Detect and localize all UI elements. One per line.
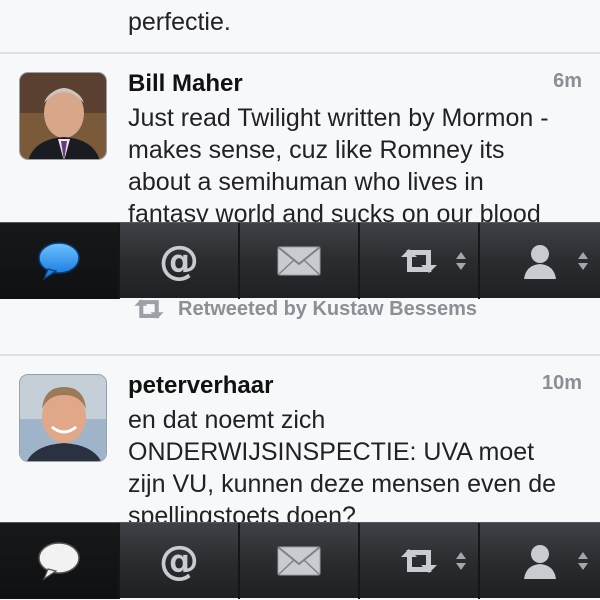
envelope-icon (277, 546, 321, 576)
tweet-body: en dat noemt zich ONDERWIJSINSPECTIE: UV… (0, 402, 600, 522)
tab-profile[interactable] (480, 223, 600, 299)
tweet-text-line: Just read Twilight written by Mormon - (128, 104, 549, 132)
tweet-text-line: fantasy world and sucks on our blood (128, 200, 541, 222)
retweet-icon (401, 249, 437, 273)
tweet-text-line: about a semihuman who lives in (128, 168, 484, 196)
person-icon (524, 545, 556, 579)
chevron-updown-icon (456, 252, 466, 270)
tweet-author-name[interactable]: Bill Maher (128, 70, 243, 98)
speech-bubble-icon (38, 542, 80, 581)
chevron-updown-icon (456, 552, 466, 570)
retweeted-by-label: Retweeted by Kustaw Bessems (178, 297, 478, 320)
chevron-updown-icon (578, 552, 588, 570)
tab-retweets[interactable] (360, 223, 480, 299)
tab-messages[interactable] (240, 223, 360, 299)
tab-bar: @ (0, 522, 600, 599)
retweet-icon (401, 549, 437, 573)
tab-retweets[interactable] (360, 523, 480, 599)
tweet-text-line: en dat noemt zich (128, 406, 326, 434)
previous-tweet-text: perfectie. (128, 8, 231, 36)
retweet-icon (134, 299, 164, 319)
tab-bar: @ (0, 222, 600, 299)
tweet-body: Just read Twilight written by Mormon - m… (0, 100, 600, 222)
tweet-text-line: makes sense, cuz like Romney its (128, 136, 505, 164)
tweet-timestamp: 6m (553, 70, 582, 92)
tab-timeline[interactable] (0, 523, 120, 599)
speech-bubble-icon (38, 242, 80, 281)
tweet-text-line: spellingstoets doen? (128, 502, 356, 522)
divider (0, 354, 600, 356)
at-icon: @ (159, 238, 199, 284)
envelope-icon (277, 246, 321, 276)
at-icon: @ (159, 538, 199, 584)
chevron-updown-icon (578, 252, 588, 270)
divider (0, 52, 600, 54)
tweet-timestamp: 10m (541, 372, 582, 394)
tab-messages[interactable] (240, 523, 360, 599)
tab-mentions[interactable]: @ (120, 523, 240, 599)
tweet-text-line: zijn VU, kunnen deze mensen even de (128, 470, 557, 498)
retweet-attribution: Retweeted by Kustaw Bessems (128, 296, 477, 322)
tab-mentions[interactable]: @ (120, 223, 240, 299)
tab-timeline[interactable] (0, 223, 120, 299)
person-icon (524, 245, 556, 279)
tweet-author-name[interactable]: peterverhaar (128, 372, 273, 400)
tweet-text-line: ONDERWIJSINSPECTIE: UVA moet (128, 438, 535, 466)
previous-tweet-fragment: perfectie. (0, 0, 600, 52)
tab-profile[interactable] (480, 523, 600, 599)
